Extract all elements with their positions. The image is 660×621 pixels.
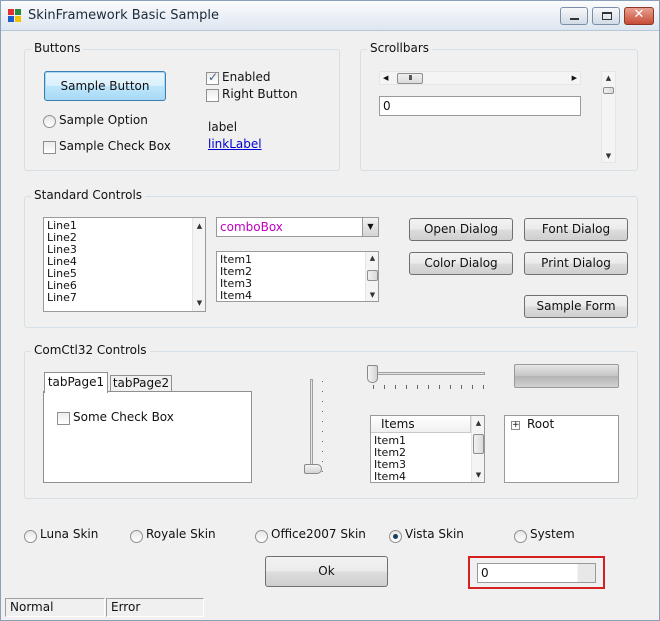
list-item[interactable]: Item4 (217, 290, 378, 302)
scroll-up-icon[interactable]: ▲ (366, 254, 378, 262)
tab-page1[interactable]: tabPage1 (44, 372, 108, 393)
chevron-down-icon[interactable]: ▼ (362, 218, 378, 236)
tab-page2[interactable]: tabPage2 (110, 375, 172, 392)
status-normal: Normal (5, 598, 105, 617)
print-dialog-button[interactable]: Print Dialog (524, 252, 628, 275)
enabled-label[interactable]: Enabled (222, 70, 271, 84)
sample-checkbox-label[interactable]: Sample Check Box (59, 139, 171, 153)
font-dialog-button[interactable]: Font Dialog (524, 218, 628, 241)
enabled-checkbox[interactable] (206, 70, 219, 85)
link-label[interactable]: linkLabel (208, 137, 262, 151)
some-checkbox[interactable] (57, 412, 70, 425)
scroll-up-icon[interactable]: ▲ (193, 222, 205, 230)
tab-panel: Some Check Box (43, 391, 252, 483)
listview-scroll-thumb[interactable] (473, 434, 484, 454)
list-item[interactable]: Line7 (44, 292, 205, 304)
vertical-trackbar-thumb[interactable] (304, 464, 322, 474)
sample-form-button[interactable]: Sample Form (524, 295, 628, 318)
progress-bar (514, 364, 619, 388)
some-checkbox-label[interactable]: Some Check Box (73, 410, 174, 424)
skin-vista-radio[interactable] (389, 530, 402, 543)
skin-luna-label[interactable]: Luna Skin (40, 527, 98, 541)
scroll-right-icon[interactable]: ▶ (572, 72, 577, 85)
right-button-label[interactable]: Right Button (222, 87, 298, 101)
vscroll-thumb[interactable] (603, 87, 614, 94)
items-scroll-thumb[interactable] (367, 270, 378, 281)
close-icon: ✕ (633, 7, 645, 22)
window-title: SkinFramework Basic Sample (28, 8, 220, 23)
listview-item[interactable]: Item4 (371, 471, 406, 483)
scrollbars-group-title: Scrollbars (367, 41, 433, 55)
items-listbox[interactable]: Item1 Item2 Item3 Item4 ▲ ▼ (216, 251, 379, 302)
ok-button-label: Ok (318, 564, 335, 578)
title-bar[interactable]: SkinFramework Basic Sample ✕ (1, 1, 659, 31)
font-dialog-label: Font Dialog (541, 222, 611, 236)
minimize-icon (570, 18, 579, 20)
ok-button[interactable]: Ok (265, 556, 388, 587)
items-listbox-scrollbar[interactable]: ▲ ▼ (365, 252, 378, 301)
combo-value: comboBox (220, 220, 283, 234)
tree-expand-icon[interactable]: + (511, 421, 520, 430)
main-window: SkinFramework Basic Sample ✕ Buttons Sam… (0, 0, 660, 621)
lines-listbox-scrollbar[interactable]: ▲ ▼ (192, 218, 205, 311)
static-label: label (208, 120, 238, 134)
scroll-left-icon[interactable]: ◀ (383, 72, 388, 85)
skin-vista-label[interactable]: Vista Skin (405, 527, 464, 541)
skin-royale-label[interactable]: Royale Skin (146, 527, 216, 541)
buttons-group-title: Buttons (31, 41, 84, 55)
skin-system-radio[interactable] (514, 530, 527, 543)
print-dialog-label: Print Dialog (541, 256, 611, 270)
skin-luna-radio[interactable] (24, 530, 37, 543)
color-dialog-label: Color Dialog (424, 256, 498, 270)
scroll-down-icon[interactable]: ▼ (602, 152, 615, 160)
open-dialog-button[interactable]: Open Dialog (409, 218, 513, 241)
vertical-trackbar-track[interactable] (310, 379, 313, 473)
close-button[interactable]: ✕ (624, 7, 654, 25)
minimize-button[interactable] (560, 7, 588, 25)
scroll-up-icon[interactable]: ▲ (472, 419, 484, 427)
bottom-value-textbox[interactable]: 0 (477, 563, 596, 583)
color-dialog-button[interactable]: Color Dialog (409, 252, 513, 275)
scroll-up-icon[interactable]: ▲ (602, 74, 615, 82)
listview-scrollbar[interactable]: ▲ ▼ (471, 416, 484, 482)
sample-option-radio[interactable] (43, 115, 56, 128)
horizontal-trackbar-track[interactable] (372, 372, 485, 375)
maximize-icon (602, 12, 612, 20)
sample-button[interactable]: Sample Button (44, 71, 166, 101)
maximize-button[interactable] (592, 7, 620, 25)
sample-option-label[interactable]: Sample Option (59, 113, 148, 127)
sample-checkbox[interactable] (43, 141, 56, 154)
combo-box[interactable]: comboBox ▼ (216, 217, 379, 237)
status-error: Error (106, 598, 204, 617)
tree-view[interactable]: + Root (504, 415, 619, 483)
hscroll-thumb[interactable]: III (397, 73, 423, 84)
items-listview[interactable]: Items Item1 Item2 Item3 Item4 ▲ ▼ (370, 415, 485, 483)
skin-office2007-label[interactable]: Office2007 Skin (271, 527, 366, 541)
vertical-scrollbar[interactable]: ▲ ▼ (601, 71, 616, 163)
open-dialog-label: Open Dialog (423, 222, 499, 236)
listview-header-items[interactable]: Items (371, 416, 471, 433)
scroll-down-icon[interactable]: ▼ (366, 291, 378, 299)
sample-form-label: Sample Form (536, 299, 616, 313)
scroll-down-icon[interactable]: ▼ (193, 299, 205, 307)
vertical-trackbar-ticks (322, 381, 323, 473)
tree-root-node[interactable]: Root (527, 417, 554, 431)
scroll-value-textbox[interactable]: 0 (379, 96, 581, 116)
lines-listbox[interactable]: Line1 Line2 Line3 Line4 Line5 Line6 Line… (43, 217, 206, 312)
skin-system-label[interactable]: System (530, 527, 575, 541)
scroll-down-icon[interactable]: ▼ (472, 471, 484, 479)
comctl32-title: ComCtl32 Controls (31, 343, 150, 357)
skin-royale-radio[interactable] (130, 530, 143, 543)
right-button-checkbox[interactable] (206, 89, 219, 102)
horizontal-trackbar-ticks (373, 385, 485, 389)
standard-controls-title: Standard Controls (31, 188, 146, 202)
skin-office2007-radio[interactable] (255, 530, 268, 543)
app-icon (8, 9, 22, 22)
horizontal-trackbar-thumb[interactable] (367, 365, 378, 383)
sample-button-label: Sample Button (60, 79, 150, 93)
horizontal-scrollbar[interactable]: ◀ III ▶ (379, 71, 581, 85)
